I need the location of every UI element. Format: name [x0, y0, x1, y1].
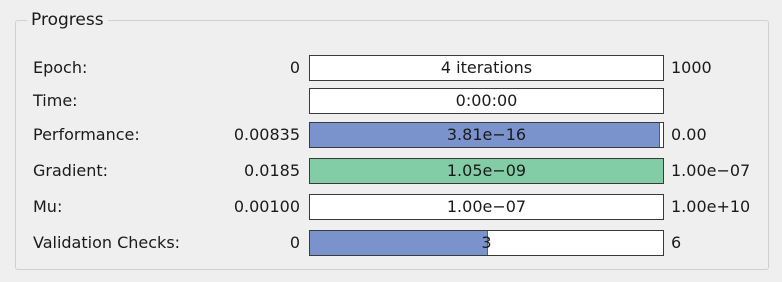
progress-row-validation-checks: Validation Checks: 0 3 6 [0, 228, 782, 258]
progress-row-epoch: Epoch: 0 4 iterations 1000 [0, 53, 782, 83]
validation-checks-progress-text: 3 [481, 233, 492, 252]
progress-row-gradient: Gradient: 0.0185 1.05e−09 1.00e−07 [0, 156, 782, 186]
mu-progress-text: 1.00e−07 [446, 197, 527, 216]
epoch-progress-text: 4 iterations [440, 58, 533, 77]
time-label: Time: [33, 91, 78, 110]
progress-row-time: Time: 0:00:00 [0, 86, 782, 116]
progress-row-performance: Performance: 0.00835 3.81e−16 0.00 [0, 120, 782, 150]
mu-label: Mu: [33, 197, 63, 216]
progress-group-title: Progress [27, 9, 108, 31]
gradient-progress-text: 1.05e−09 [446, 161, 527, 180]
validation-checks-progress-bar: 3 [309, 230, 664, 256]
progress-row-mu: Mu: 0.00100 1.00e−07 1.00e+10 [0, 192, 782, 222]
gradient-progress-bar: 1.05e−09 [309, 158, 664, 184]
mu-min-value: 0.00100 [233, 197, 300, 216]
performance-progress-text: 3.81e−16 [446, 125, 527, 144]
mu-progress-bar: 1.00e−07 [309, 194, 664, 220]
validation-checks-label: Validation Checks: [33, 233, 181, 252]
time-progress-bar: 0:00:00 [309, 88, 664, 114]
epoch-label: Epoch: [33, 58, 88, 77]
performance-min-value: 0.00835 [233, 125, 300, 144]
performance-progress-bar: 3.81e−16 [309, 122, 664, 148]
epoch-progress-bar: 4 iterations [309, 55, 664, 81]
gradient-label: Gradient: [33, 161, 109, 180]
performance-label: Performance: [33, 125, 140, 144]
time-progress-text: 0:00:00 [455, 91, 518, 110]
epoch-min-value: 0 [289, 58, 300, 77]
gradient-max-value: 1.00e−07 [671, 161, 751, 180]
gradient-min-value: 0.0185 [244, 161, 300, 180]
validation-checks-max-value: 6 [671, 233, 682, 252]
epoch-max-value: 1000 [671, 58, 712, 77]
mu-max-value: 1.00e+10 [671, 197, 751, 216]
performance-max-value: 0.00 [671, 125, 707, 144]
validation-checks-min-value: 0 [289, 233, 300, 252]
